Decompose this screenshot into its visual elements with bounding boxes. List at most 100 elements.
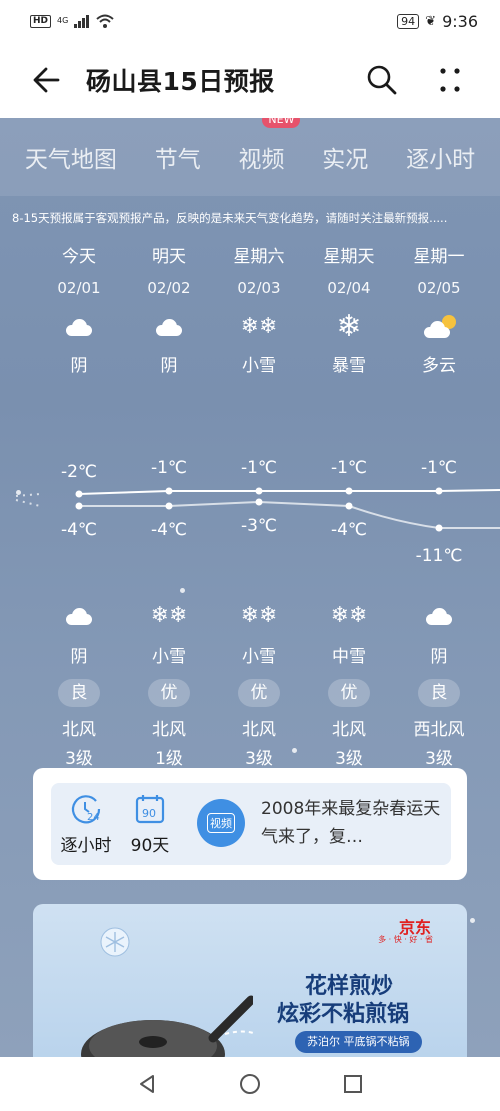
low-temp: -4℃ — [150, 520, 188, 540]
cloudy-icon — [424, 606, 454, 626]
wifi-icon — [96, 14, 114, 28]
frying-pan-image — [81, 995, 253, 1057]
clock: 9:36 — [442, 11, 478, 31]
forecast-notice: 8-15天预报属于客观预报产品，反映的是未来天气变化趋势，请随时关注最新预报..… — [12, 211, 448, 225]
day-name: 星期天 — [323, 247, 375, 267]
low-temp: -11℃ — [415, 546, 463, 566]
partly-cloudy-icon — [422, 315, 456, 339]
signal-label: 4G — [57, 16, 69, 25]
battery-indicator: 94 — [397, 13, 420, 29]
high-temp: -1℃ — [240, 458, 278, 478]
cloudy-icon — [64, 606, 94, 626]
search-button[interactable] — [364, 62, 400, 98]
tab-video[interactable]: 视频 NEW — [238, 118, 301, 174]
day-column[interactable]: 星期天 02/04 ❄ 暴雪 — [304, 242, 394, 376]
wind-direction: 北风 — [242, 720, 276, 740]
hd-indicator: HD — [30, 14, 52, 28]
snow-particle — [470, 918, 475, 923]
aqi-badge: 良 — [418, 679, 460, 707]
aqi-badge: 优 — [238, 679, 280, 707]
ad-banner[interactable]: 京东 多 · 快 · 好 · 省 花样煎炒 炫彩不粘煎锅 苏泊尔 平底锅不粘锅 — [33, 904, 467, 1057]
tab-hourly[interactable]: 逐小时 — [406, 140, 475, 174]
low-temp: -4℃ — [60, 520, 98, 540]
day-name: 明天 — [152, 247, 186, 267]
night-condition: 阴 — [430, 647, 448, 667]
back-button[interactable] — [28, 60, 68, 100]
wind-level: 3级 — [335, 749, 363, 769]
day-condition: 小雪 — [242, 356, 276, 376]
high-temp: -1℃ — [330, 458, 368, 478]
tab-live[interactable]: 实况 — [322, 140, 368, 174]
nav-home-icon[interactable] — [238, 1072, 262, 1096]
nav-recents-icon[interactable] — [342, 1073, 364, 1095]
cloudy-icon — [64, 317, 94, 337]
news-headline[interactable]: 2008年来最复杂春运天气来了，复… — [261, 795, 446, 851]
ad-headline-2: 炫彩不粘煎锅 — [277, 1002, 410, 1027]
day-column[interactable]: 今天 02/01 阴 — [34, 242, 124, 376]
day-column[interactable]: 星期六 02/03 ❄❄ 小雪 — [214, 242, 304, 376]
night-column[interactable]: ❄❄ 小雪 优 北风 3级 — [214, 586, 304, 769]
day-condition: 阴 — [160, 356, 178, 376]
night-column[interactable]: ❄❄ 小雪 优 北风 1级 — [124, 586, 214, 769]
aqi-badge: 优 — [148, 679, 190, 707]
snow-icon: ❄❄ — [330, 603, 368, 628]
wind-direction: 北风 — [332, 720, 366, 740]
tab-bar: 天气地图 节气 视频 NEW 实况 逐小时 — [0, 118, 500, 196]
ad-brand-sub: 多 · 快 · 好 · 省 — [378, 935, 433, 944]
system-nav-bar — [0, 1057, 500, 1111]
night-condition: 小雪 — [152, 647, 186, 667]
app-header: 砀山县15日预报 — [0, 42, 500, 118]
low-temp: -3℃ — [240, 516, 278, 536]
ninety-day-label: 90天 — [130, 836, 170, 856]
wind-level: 3级 — [65, 749, 93, 769]
snowball-icon — [100, 927, 130, 957]
more-button[interactable] — [432, 62, 468, 98]
snow-icon: ❄❄ — [150, 603, 188, 628]
tab-solar-terms[interactable]: 节气 — [155, 140, 201, 174]
night-condition: 小雪 — [242, 647, 276, 667]
back-arrow-icon — [33, 67, 60, 93]
wind-direction: 西北风 — [413, 720, 465, 740]
wind-direction: 北风 — [152, 720, 186, 740]
aqi-badge: 良 — [58, 679, 100, 707]
day-date: 02/04 — [327, 279, 371, 297]
day-name: 星期六 — [233, 247, 285, 267]
wind-level: 1级 — [155, 749, 183, 769]
heavy-snow-icon: ❄ — [336, 309, 362, 344]
night-column[interactable]: 阴 良 北风 3级 — [34, 586, 124, 769]
status-bar: HD 4G 94 ❦ 9:36 — [0, 0, 500, 42]
more-dots-icon — [440, 68, 460, 92]
quick-access-inner: 24 逐小时 90 90天 视频 2008年来最复杂春运天气来了，复… — [51, 783, 451, 865]
snow-icon: ❄❄ — [240, 603, 278, 628]
night-condition: 阴 — [70, 647, 88, 667]
signal-bars-icon — [74, 15, 90, 28]
wind-level: 3级 — [245, 749, 273, 769]
search-icon — [367, 65, 397, 95]
hourly-label: 逐小时 — [60, 836, 112, 856]
day-date: 02/03 — [237, 279, 281, 297]
high-temp: -1℃ — [420, 458, 458, 478]
day-date: 02/02 — [147, 279, 191, 297]
ninety-day-shortcut[interactable]: 90 90天 — [115, 793, 185, 856]
nav-back-icon[interactable] — [136, 1073, 158, 1095]
calendar-icon-text: 90 — [142, 807, 156, 820]
aqi-badge: 优 — [328, 679, 370, 707]
day-condition: 暴雪 — [332, 356, 366, 376]
night-column[interactable]: ❄❄ 中雪 优 北风 3级 — [304, 586, 394, 769]
tab-video-label: 视频 — [238, 147, 285, 173]
video-news-icon[interactable]: 视频 — [197, 799, 245, 847]
day-column[interactable]: 明天 02/02 阴 — [124, 242, 214, 376]
night-column[interactable]: 阴 良 西北风 3级 — [394, 586, 484, 769]
day-name: 今天 — [62, 247, 96, 267]
day-condition: 阴 — [70, 356, 88, 376]
day-date: 02/01 — [57, 279, 101, 297]
tab-weather-map[interactable]: 天气地图 — [25, 140, 117, 174]
day-column[interactable]: 星期一 02/05 多云 — [394, 242, 484, 376]
high-temp: -2℃ — [60, 462, 98, 482]
ad-product-pill: 苏泊尔 平底锅不粘锅 — [295, 1031, 422, 1053]
hourly-shortcut[interactable]: 24 逐小时 — [51, 793, 121, 856]
wind-direction: 北风 — [62, 720, 96, 740]
page-title: 砀山县15日预报 — [86, 67, 275, 96]
high-temp: -1℃ — [150, 458, 188, 478]
wind-level: 3级 — [425, 749, 453, 769]
